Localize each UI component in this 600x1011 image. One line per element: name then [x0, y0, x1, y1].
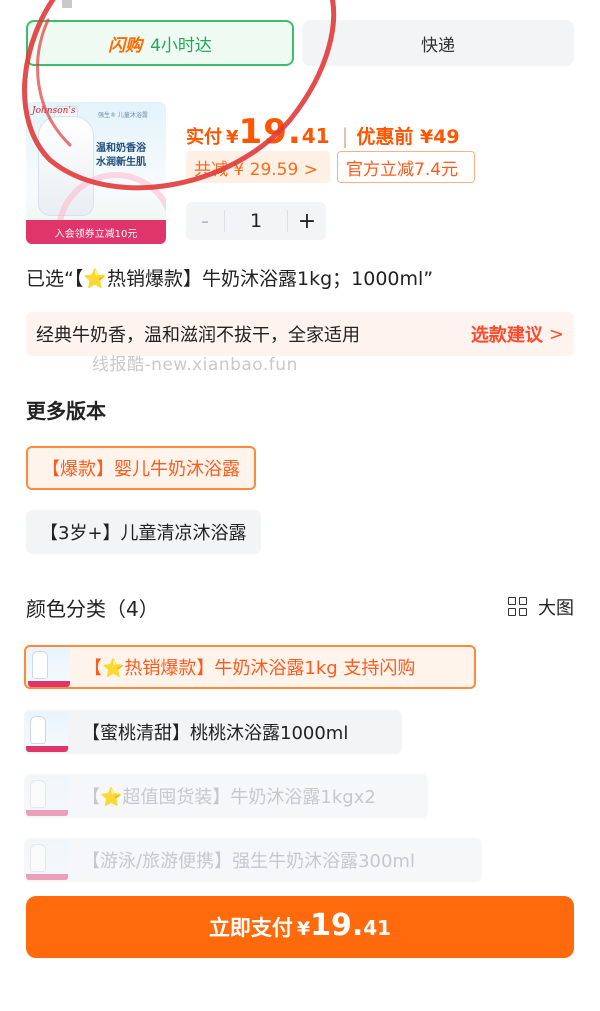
color-option-label: 【蜜桃清甜】桃桃沐浴露1000ml — [82, 723, 349, 744]
price-row: 实付 ¥ 19. 41 | 优惠前 ¥49 — [186, 112, 460, 152]
color-option-thumbnail — [26, 840, 68, 880]
color-category-title: 颜色分类（4） — [26, 597, 159, 621]
big-view-toggle[interactable]: 大图 — [508, 594, 574, 620]
pay-price-integer: 19. — [310, 908, 364, 943]
image-tag: 强生® 儿童沐浴露 — [98, 112, 148, 119]
brand-logo: Johnson's — [32, 106, 76, 116]
quantity-stepper: - 1 + — [186, 202, 326, 240]
price-separator: | — [341, 124, 349, 148]
watermark: 线报酷-new.xianbao.fun — [92, 355, 298, 375]
image-slogan-line2: 水润新生肌 — [96, 157, 146, 168]
total-discount-chip[interactable]: 共减 ¥ 29.59 > — [186, 151, 330, 183]
official-discount-chip: 官方立减7.4元 — [337, 151, 475, 183]
image-slogan-line1: 温和奶香浴 — [96, 143, 146, 154]
top-strip — [0, 0, 600, 14]
color-option-disabled: 【⭐超值囤货装】牛奶沐浴露1kgx2 — [24, 774, 428, 818]
selected-variant-text: 已选“【⭐热销爆款】牛奶沐浴露1kg；1000ml” — [26, 268, 434, 290]
top-gray-mark — [62, 0, 72, 8]
price-decimal: 41 — [301, 124, 330, 148]
quantity-value[interactable]: 1 — [224, 210, 288, 232]
version-option[interactable]: 【3岁+】儿童清凉沐浴露 — [26, 510, 261, 554]
color-option-label: 【⭐超值囤货装】牛奶沐浴露1kgx2 — [82, 787, 376, 808]
grid-icon — [508, 597, 528, 617]
color-option-label: 【⭐热销爆款】牛奶沐浴露1kg 支持闪购 — [84, 658, 416, 679]
big-view-label: 大图 — [538, 598, 574, 619]
product-image[interactable]: Johnson's 强生® 儿童沐浴露 温和奶香浴 水润新生肌 入会领券立减10… — [26, 102, 166, 244]
image-slogan: 温和奶香浴 水润新生肌 — [96, 142, 146, 170]
color-option[interactable]: 【蜜桃清甜】桃桃沐浴露1000ml — [24, 710, 402, 754]
pay-price-decimal: 41 — [363, 916, 392, 940]
color-option-thumbnail — [28, 647, 70, 687]
increase-button[interactable]: + — [288, 209, 326, 234]
pay-now-label: 立即支付 — [208, 916, 293, 940]
decrease-button[interactable]: - — [186, 209, 224, 234]
color-option-label: 【游泳/旅游便携】强生牛奶沐浴露300ml — [82, 851, 415, 872]
price-currency: ¥ — [226, 127, 239, 148]
color-option-disabled: 【游泳/旅游便携】强生牛奶沐浴露300ml — [24, 838, 482, 882]
color-option-thumbnail — [26, 712, 68, 752]
color-option-thumbnail — [26, 776, 68, 816]
selection-advice-link[interactable]: 选款建议 — [471, 321, 543, 347]
tab-flash-delivery[interactable]: 闪购 4小时达 — [26, 20, 294, 66]
flash-time-label: 4小时达 — [150, 35, 212, 56]
original-price: 优惠前 ¥49 — [356, 126, 460, 148]
recommendation-text: 经典牛奶香，温和滋润不拔干，全家适用 — [36, 325, 360, 346]
price-label: 实付 — [186, 127, 222, 148]
versions-title: 更多版本 — [26, 399, 106, 423]
tab-express-delivery[interactable]: 快递 — [302, 20, 574, 66]
express-label: 快递 — [421, 35, 455, 56]
price-integer: 19. — [238, 112, 302, 152]
flash-brand-label: 闪购 — [108, 35, 143, 56]
pay-now-button[interactable]: 立即支付 ¥ 19. 41 — [26, 896, 574, 958]
chevron-right-icon: > — [548, 323, 564, 345]
pay-currency: ¥ — [296, 918, 311, 940]
version-option[interactable]: 【爆款】婴儿牛奶沐浴露 — [26, 446, 256, 490]
color-option[interactable]: 【⭐热销爆款】牛奶沐浴露1kg 支持闪购 — [24, 645, 476, 689]
coupon-ribbon: 入会领券立减10元 — [26, 220, 166, 244]
